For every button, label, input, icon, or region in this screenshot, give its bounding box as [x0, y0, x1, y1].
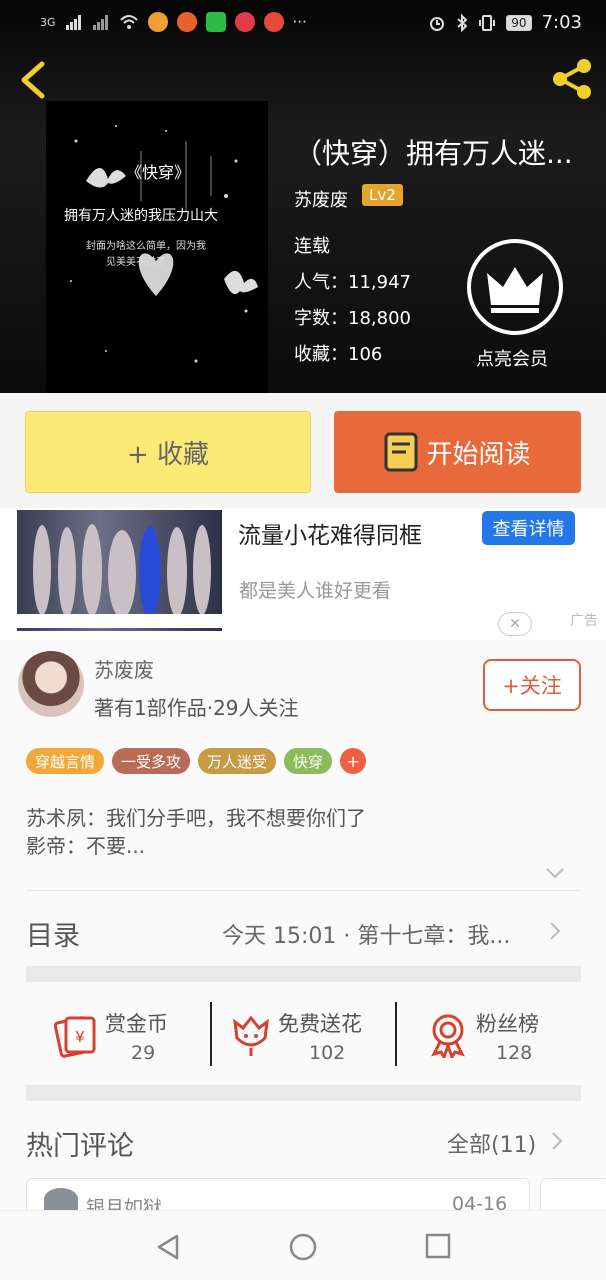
vip-label[interactable]: 点亮会员: [476, 345, 548, 371]
stat-divider: [210, 1002, 212, 1066]
cover-line2: 封面为啥这么简单，因为我: [86, 241, 206, 252]
flower-icon[interactable]: [229, 1012, 273, 1058]
app-notification-icon: [263, 12, 284, 32]
stat-label[interactable]: 赏金币: [105, 1008, 168, 1038]
book-title: （快穿）拥有万人迷...: [294, 137, 573, 170]
all-comments-link[interactable]: 全部(11): [447, 1127, 536, 1159]
ad-close-button[interactable]: ✕: [498, 612, 532, 636]
stat-label[interactable]: 免费送花: [278, 1008, 362, 1038]
share-icon[interactable]: [548, 56, 596, 102]
follow-button[interactable]: +关注: [483, 659, 581, 711]
app-notification-icon: [234, 12, 255, 32]
home-nav-icon[interactable]: [288, 1232, 318, 1262]
author-info: 著有1部作品·29人关注: [94, 696, 299, 720]
cover-title: 《快穿》: [126, 163, 191, 182]
start-reading-button[interactable]: 开始阅读: [334, 411, 581, 493]
recents-nav-icon[interactable]: [425, 1233, 451, 1259]
tag-item[interactable]: 一受多攻: [112, 748, 191, 774]
ad-banner[interactable]: 流量小花难得同框 查看详情 都是美人谁好更看 ✕ 广告: [0, 508, 606, 640]
description-line: 苏术夙：我们分手吧，我不想要你们了: [26, 806, 366, 830]
status-bar: 3G ··· 90 7:03: [0, 0, 606, 44]
stat-divider: [395, 1002, 397, 1066]
signal-icon: [65, 15, 81, 30]
svg-text:¥: ¥: [75, 1029, 85, 1046]
tag-item[interactable]: 万人迷受: [198, 748, 277, 774]
red-envelope-icon[interactable]: ¥: [54, 1012, 98, 1058]
tag-item[interactable]: 快穿: [284, 748, 333, 774]
popularity-row: 人气：11,947: [294, 268, 411, 294]
stat-value: 128: [496, 1042, 533, 1064]
section-divider: [26, 1085, 581, 1101]
stat-value: 29: [131, 1042, 156, 1064]
favorites-value: 106: [348, 344, 383, 365]
start-reading-label: 开始阅读: [426, 439, 531, 470]
words-value: 18,800: [348, 308, 411, 329]
latest-chapter[interactable]: 今天 15:01 · 第十七章：我...: [222, 918, 510, 950]
section-divider: [26, 966, 581, 982]
add-to-favorites-button[interactable]: + 收藏: [25, 411, 311, 493]
commenter-avatar[interactable]: [44, 1188, 78, 1210]
stat-value: 102: [309, 1042, 346, 1064]
alarm-icon: [430, 16, 445, 31]
crown-icon: [487, 267, 543, 313]
cover-line3: 见美美不过了: [106, 257, 166, 268]
more-tags-button[interactable]: +: [340, 748, 367, 774]
tag-item[interactable]: 穿越言情: [26, 748, 105, 774]
app-notification-icon: [147, 12, 168, 32]
more-notifications-icon: ···: [292, 13, 307, 31]
app-notification-icon: [176, 12, 197, 32]
vip-crown-button[interactable]: [467, 239, 563, 335]
book-icon: [384, 432, 418, 472]
author-avatar[interactable]: [18, 651, 84, 717]
medal-icon[interactable]: [426, 1012, 470, 1058]
words-label: 字数：: [294, 308, 348, 329]
chevron-right-icon[interactable]: [550, 1130, 564, 1152]
ad-image[interactable]: [17, 510, 222, 631]
favorites-row: 收藏：106: [294, 340, 382, 366]
ad-photo: [17, 524, 222, 628]
book-author[interactable]: 苏废废: [294, 186, 348, 212]
bluetooth-icon: [457, 13, 468, 32]
clock: 7:03: [541, 12, 582, 33]
back-nav-icon[interactable]: [155, 1233, 181, 1261]
book-description[interactable]: 苏术夙：我们分手吧，我不想要你们了 影帝：不要...: [26, 804, 366, 860]
close-icon: ✕: [509, 616, 521, 632]
divider: [26, 890, 581, 891]
words-row: 字数：18,800: [294, 304, 411, 330]
stat-label[interactable]: 粉丝榜: [476, 1008, 539, 1038]
book-cover[interactable]: 《快穿》 拥有万人迷的我压力山大 封面为啥这么简单，因为我 见美美不过了: [46, 101, 268, 393]
ad-tag-label: 广告: [570, 613, 598, 629]
author-name[interactable]: 苏废废: [94, 654, 154, 683]
toc-label[interactable]: 目录: [26, 914, 80, 953]
signal-icon-2: [92, 15, 108, 30]
expand-chevron-icon[interactable]: [545, 866, 565, 880]
popularity-value: 11,947: [348, 272, 411, 293]
ad-subtitle: 都是美人谁好更看: [239, 580, 392, 602]
tag-list: 穿越言情 一受多攻 万人迷受 快穿 +: [26, 748, 367, 774]
chevron-right-icon[interactable]: [548, 920, 562, 942]
network-type: 3G: [40, 15, 56, 29]
popularity-label: 人气：: [294, 272, 348, 293]
cover-line1: 拥有万人迷的我压力山大: [64, 208, 218, 224]
app-notification-icon: [205, 12, 226, 32]
ad-tag: 广告: [532, 610, 598, 630]
vibrate-icon: [479, 14, 496, 31]
book-status: 连载: [294, 236, 330, 257]
wifi-icon: [119, 15, 138, 29]
back-arrow-icon[interactable]: [16, 60, 50, 100]
ad-details-button[interactable]: 查看详情: [482, 511, 575, 545]
author-level-badge: Lv2: [362, 184, 403, 206]
favorites-label: 收藏：: [294, 344, 348, 365]
description-line: 影帝：不要...: [26, 834, 146, 858]
system-nav-bar: [0, 1210, 606, 1280]
battery-icon: 90: [506, 14, 532, 31]
hot-comments-heading: 热门评论: [26, 1131, 134, 1162]
ad-title[interactable]: 流量小花难得同框: [238, 516, 422, 550]
